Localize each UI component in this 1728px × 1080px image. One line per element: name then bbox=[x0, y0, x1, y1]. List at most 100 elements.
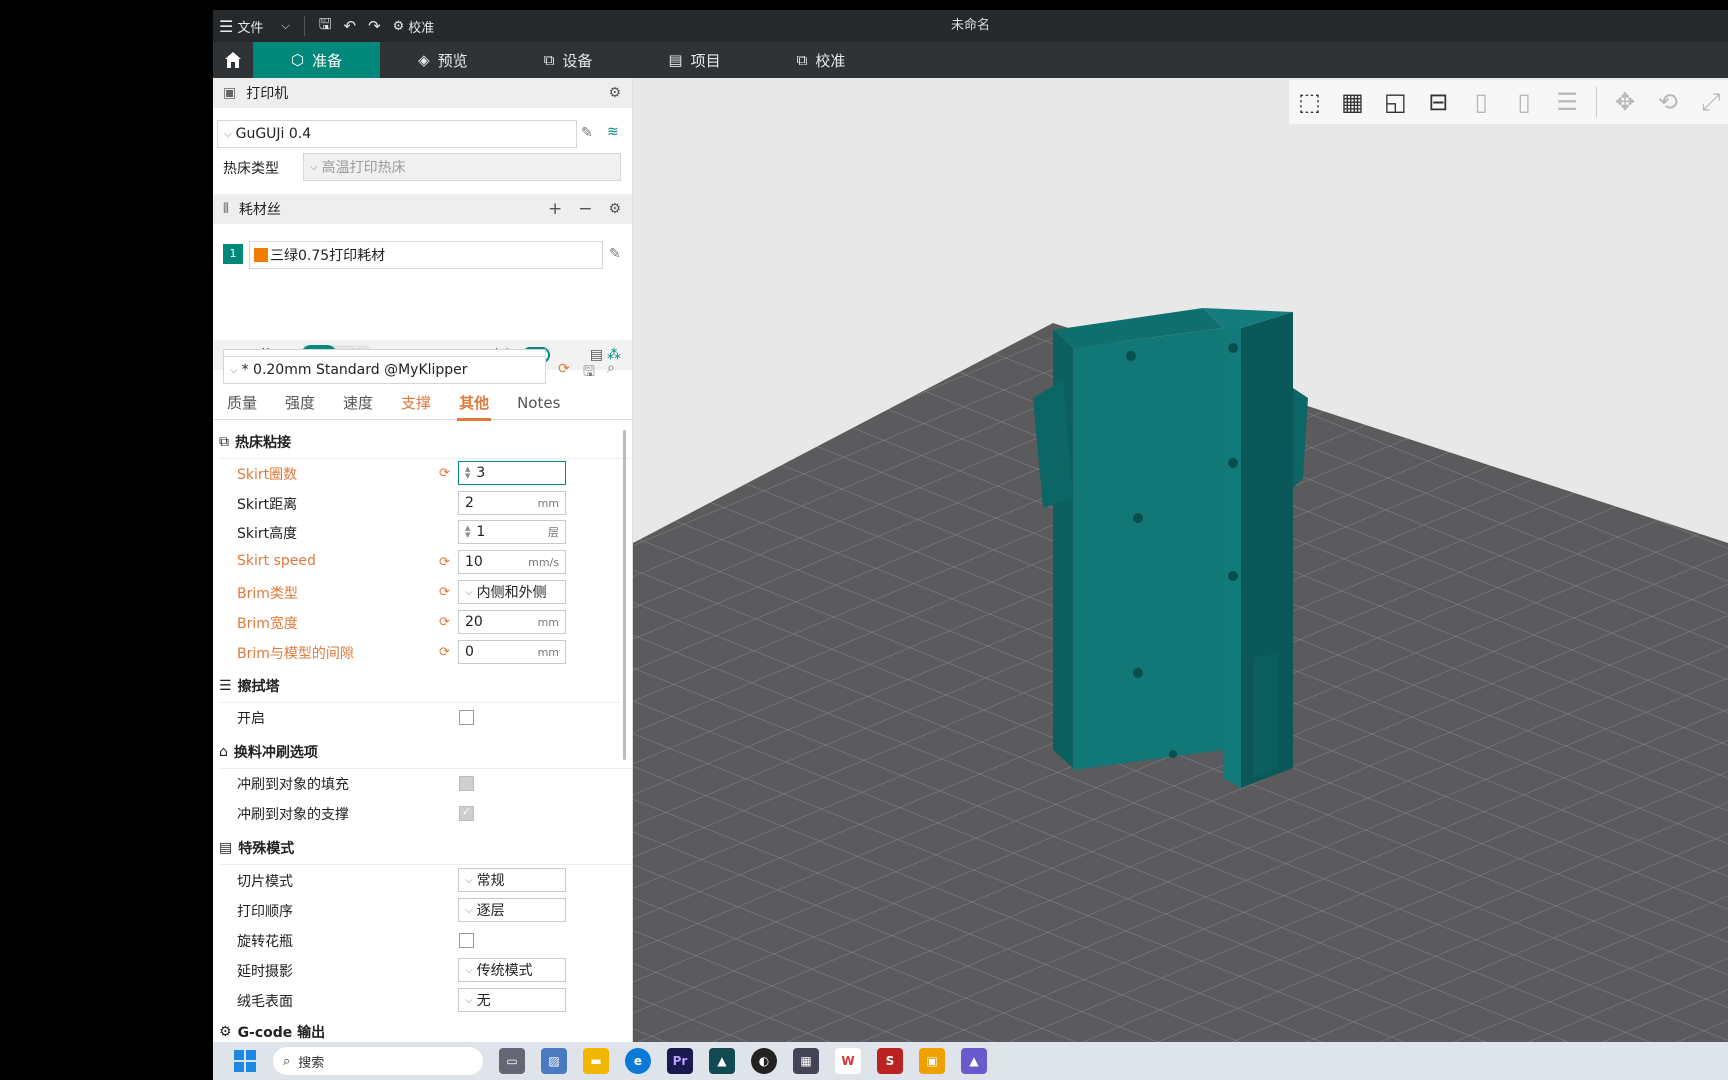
save-preset-icon[interactable]: 🖫 bbox=[583, 361, 595, 385]
build-plate-scene bbox=[633, 308, 1728, 1042]
special-mode-icon: ▤ bbox=[219, 840, 233, 856]
redo-button[interactable]: ↷ bbox=[362, 10, 387, 42]
reset-preset-icon[interactable]: ⟳ bbox=[558, 361, 570, 377]
tab-preview[interactable]: ◈ 预览 bbox=[380, 42, 506, 78]
project-icon: ▤ bbox=[668, 51, 683, 69]
skirt-speed-input[interactable]: 10 mm/s bbox=[458, 550, 566, 574]
chevron-down-icon: ⌵ bbox=[465, 874, 473, 886]
stepper-icon[interactable]: ▲ ▼ bbox=[465, 466, 470, 480]
calibrate-menu[interactable]: ⚙ 校准 bbox=[387, 10, 441, 42]
task-view-icon[interactable]: ▭ bbox=[499, 1048, 525, 1074]
tab-prepare[interactable]: ⬡ 准备 bbox=[253, 42, 381, 78]
edit-printer-icon[interactable]: ✎ bbox=[581, 125, 593, 141]
scale-button[interactable]: ⤢ bbox=[1696, 87, 1725, 117]
slice-mode-select[interactable]: ⌵ 常规 bbox=[458, 868, 566, 892]
auto-orient-button[interactable]: ◱ bbox=[1381, 87, 1410, 117]
brim-type-label: Brim类型 bbox=[237, 586, 298, 602]
main-tab-bar: ⬡ 准备 ◈ 预览 ⧉ 设备 ▤ 项目 ⧉ 校准 bbox=[213, 42, 1728, 78]
flush-support-checkbox[interactable] bbox=[459, 805, 474, 821]
reset-icon[interactable]: ⟳ bbox=[439, 615, 450, 630]
chevron-down-icon: ⌵ bbox=[281, 19, 290, 32]
chevron-down-icon: ⌵ bbox=[310, 161, 318, 173]
reset-icon[interactable]: ⟳ bbox=[439, 466, 450, 481]
design-app-icon[interactable]: ▲ bbox=[709, 1048, 735, 1074]
tab-calibration[interactable]: ⧉ 校准 bbox=[759, 42, 884, 78]
paint-app-icon[interactable]: ▣ bbox=[919, 1048, 945, 1074]
print-sequence-label: 打印顺序 bbox=[237, 904, 293, 920]
timelapse-select[interactable]: ⌵ 传统模式 bbox=[458, 958, 566, 982]
printer-settings-icon[interactable]: ⚙ bbox=[608, 85, 621, 101]
wps-app-icon[interactable]: W bbox=[835, 1048, 861, 1074]
brim-width-input[interactable]: 20 mm bbox=[458, 610, 566, 634]
filament-color-swatch bbox=[254, 248, 268, 262]
add-object-button[interactable]: ⬚ bbox=[1295, 87, 1324, 117]
flush-infill-checkbox[interactable] bbox=[459, 776, 474, 791]
tab-strength[interactable]: 强度 bbox=[271, 388, 329, 419]
divider bbox=[1595, 87, 1597, 117]
print-sequence-select[interactable]: ⌵ 逐层 bbox=[458, 898, 566, 922]
file-menu[interactable]: ☰ 文件 ⌵ bbox=[213, 10, 296, 42]
tab-quality[interactable]: 质量 bbox=[213, 388, 271, 419]
filament-settings-icon[interactable]: ⚙ bbox=[608, 201, 621, 217]
chevron-down-icon: ⌵ bbox=[465, 904, 473, 916]
filament-icon: ⫴ bbox=[223, 201, 229, 217]
rotate-button[interactable]: ⟲ bbox=[1653, 87, 1682, 117]
remove-filament-icon[interactable]: − bbox=[578, 199, 592, 219]
image-app-icon[interactable]: ▲ bbox=[961, 1048, 987, 1074]
tab-support[interactable]: 支撑 bbox=[387, 388, 445, 419]
tab-notes[interactable]: Notes bbox=[503, 388, 574, 419]
p-button[interactable]: ▯ bbox=[1510, 87, 1539, 117]
tab-device[interactable]: ⧉ 设备 bbox=[506, 42, 631, 78]
brim-type-select[interactable]: ⌵ 内侧和外侧 bbox=[458, 580, 566, 604]
save-button[interactable]: 🖫 bbox=[313, 10, 338, 42]
reset-icon[interactable]: ⟳ bbox=[439, 645, 450, 660]
reset-icon[interactable]: ⟳ bbox=[439, 585, 450, 600]
layers-button[interactable]: ☰ bbox=[1553, 87, 1582, 117]
plate-button[interactable]: ▯ bbox=[1467, 87, 1496, 117]
3d-model[interactable] bbox=[1033, 308, 1308, 788]
edit-filament-icon[interactable]: ✎ bbox=[609, 246, 621, 262]
skirt-height-input[interactable]: ▲ ▼ 1 层 bbox=[458, 520, 566, 544]
undo-button[interactable]: ↶ bbox=[337, 10, 362, 42]
3d-viewport[interactable]: ⬚ ▦ ◱ ⊟ ▯ ▯ ☰ ✥ ⟲ ⤢ ◿ ⊟ ⧉ ◰ ◇ T bbox=[633, 78, 1728, 1042]
skirt-distance-input[interactable]: 2 mm bbox=[458, 491, 566, 515]
skirt-loops-input[interactable]: ▲ ▼ 3 bbox=[458, 461, 566, 485]
calculator-icon[interactable]: ▦ bbox=[793, 1048, 819, 1074]
slicer-app-icon[interactable]: ◐ bbox=[751, 1048, 777, 1074]
arrange-button[interactable]: ⊟ bbox=[1424, 87, 1453, 117]
solidworks-icon[interactable]: S bbox=[877, 1048, 903, 1074]
brim-gap-input[interactable]: 0 mm bbox=[458, 640, 566, 664]
wipe-tower-checkbox[interactable] bbox=[459, 710, 474, 725]
flush-support-label: 冲刷到对象的支撑 bbox=[237, 807, 349, 823]
process-preset-combo[interactable]: ⌵ * 0.20mm Standard @MyKlipper bbox=[223, 356, 546, 384]
bed-adhesion-icon: ⧉ bbox=[219, 434, 229, 450]
premiere-app-icon[interactable]: Pr bbox=[667, 1048, 693, 1074]
filament-slot-badge: 1 bbox=[223, 244, 243, 264]
edge-browser-icon[interactable]: e bbox=[625, 1048, 651, 1074]
home-button[interactable] bbox=[213, 42, 253, 78]
tab-others[interactable]: 其他 bbox=[445, 388, 503, 421]
add-filament-icon[interactable]: + bbox=[548, 199, 562, 219]
search-icon[interactable]: ⌕ bbox=[607, 360, 615, 376]
move-button[interactable]: ✥ bbox=[1611, 87, 1640, 117]
photos-app-icon[interactable]: ▨ bbox=[541, 1048, 567, 1074]
tab-project[interactable]: ▤ 项目 bbox=[630, 42, 758, 78]
taskbar-search[interactable]: ⌕ 搜索 bbox=[273, 1047, 483, 1075]
windows-start-icon[interactable] bbox=[233, 1049, 257, 1073]
reset-icon[interactable]: ⟳ bbox=[439, 555, 450, 570]
stepper-icon[interactable]: ▲ ▼ bbox=[465, 525, 470, 539]
filament-select[interactable]: 三绿0.75打印耗材 bbox=[249, 241, 603, 269]
wifi-icon[interactable]: ≋ bbox=[607, 124, 619, 140]
add-plate-button[interactable]: ▦ bbox=[1338, 87, 1367, 117]
fuzzy-skin-select[interactable]: ⌵ 无 bbox=[458, 988, 566, 1012]
chevron-down-icon: ⌵ bbox=[230, 364, 238, 376]
printer-select[interactable]: ⌵ GuGUJi 0.4 bbox=[217, 120, 577, 148]
panel-scrollbar[interactable] bbox=[623, 430, 626, 760]
bed-type-select[interactable]: ⌵ 高温打印热床 bbox=[303, 153, 621, 181]
chevron-down-icon: ⌵ bbox=[465, 964, 473, 976]
flush-options-group: ⌂ 换料冲刷选项 bbox=[219, 744, 632, 769]
bed-adhesion-group: ⧉ 热床粘接 bbox=[219, 434, 631, 459]
tab-speed[interactable]: 速度 bbox=[329, 388, 387, 419]
spiral-vase-checkbox[interactable] bbox=[459, 933, 474, 948]
file-explorer-icon[interactable]: ▬ bbox=[583, 1048, 609, 1074]
